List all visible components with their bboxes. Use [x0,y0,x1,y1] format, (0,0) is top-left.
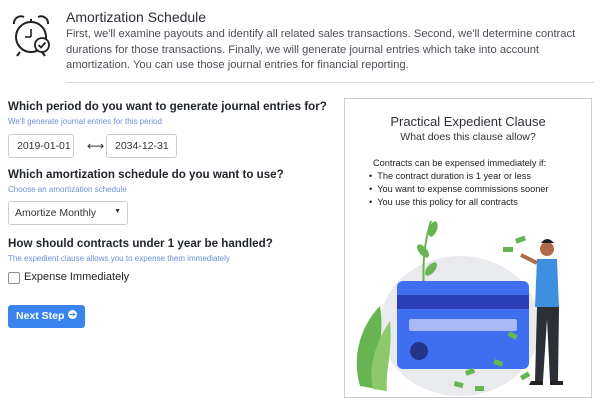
short-contracts-section: How should contracts under 1 year be han… [8,237,273,263]
end-date-input[interactable]: 2034-12-31 [106,134,177,158]
card-subtitle: What does this clause allow? [400,131,536,143]
credit-card-illustration [356,220,563,396]
settings-form: Which period do you want to generate jou… [8,100,328,328]
alarm-clock-check-icon [12,15,50,57]
card-intro: Contracts can be expensed immediately if… [373,158,547,168]
schedule-section: Which amortization schedule do you want … [8,168,284,194]
card-bullet-list: The contract duration is 1 year or less … [369,170,548,209]
schedule-select-value: Amortize Monthly [15,207,97,219]
schedule-question: Which amortization schedule do you want … [8,168,284,181]
next-step-button[interactable]: Next Step ➔ [8,305,85,328]
card-title: Practical Expedient Clause [390,114,546,129]
date-range-arrow-icon: ⟷ [87,139,105,153]
list-item: The contract duration is 1 year or less [369,170,548,183]
chevron-down-icon: ▼ [114,208,121,215]
period-hint: We'll generate journal entries for this … [8,117,162,126]
list-item: You use this policy for all contracts [369,196,548,209]
next-step-label: Next Step [16,310,65,322]
start-date-input[interactable]: 2019-01-01 [8,134,74,158]
period-question: Which period do you want to generate jou… [8,100,327,113]
short-contracts-hint: The expedient clause allows you to expen… [8,254,230,263]
page-description: First, we'll examine payouts and identif… [66,28,576,71]
short-contracts-question: How should contracts under 1 year be han… [8,237,273,250]
list-item: You want to expense commissions sooner [369,183,548,196]
page-title: Amortization Schedule [66,9,207,25]
expedient-info-card: Practical Expedient Clause What does thi… [344,98,592,398]
expense-immediately-checkbox[interactable] [8,272,20,284]
schedule-select[interactable]: Amortize Monthly ▼ [8,201,128,225]
arrow-right-icon: ➔ [68,310,77,319]
header-divider [66,82,594,83]
schedule-hint: Choose an amortization schedule [8,185,127,194]
date-range: 2019-01-01 ⟷ 2034-12-31 [8,134,198,158]
page-header: Amortization Schedule First, we'll exami… [8,6,608,76]
expense-immediately-label[interactable]: Expense Immediately [24,271,129,283]
